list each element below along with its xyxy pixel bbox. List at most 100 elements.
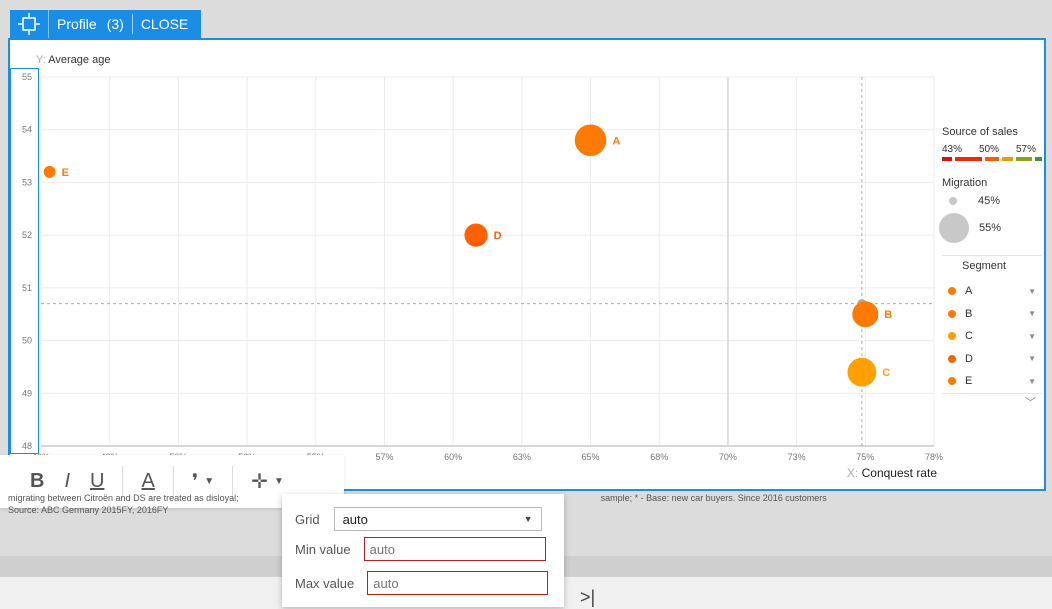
y-tick-label: 49 bbox=[22, 388, 32, 398]
profile-button[interactable]: Profile (3) bbox=[49, 10, 124, 38]
data-point-label: A bbox=[612, 135, 620, 147]
migration-large-dot bbox=[939, 213, 969, 243]
segment-name: C bbox=[965, 330, 973, 343]
chevron-down-icon: ▼ bbox=[523, 514, 533, 524]
y-tick-label: 52 bbox=[22, 230, 32, 240]
migration-small-dot bbox=[949, 197, 957, 205]
source-of-sales-ticks: 43% 50% 57% bbox=[942, 144, 1036, 155]
migration-small: 45% bbox=[942, 195, 1042, 207]
segment-item[interactable]: B ▼ bbox=[942, 303, 1042, 326]
segment-item[interactable]: C ▼ bbox=[942, 325, 1042, 348]
source-tick: 57% bbox=[1015, 144, 1036, 155]
x-axis-title: Conquest rate bbox=[861, 466, 937, 480]
migration-title: Migration bbox=[942, 177, 988, 189]
chevron-down-icon[interactable]: ﹀ bbox=[942, 392, 1042, 410]
gradient-segment bbox=[954, 157, 983, 161]
gradient-segment bbox=[942, 157, 952, 161]
segment-item[interactable]: D ▼ bbox=[942, 348, 1042, 371]
chart-panel[interactable]: Y: Average age 40%48%50%52%55%57%60%63%6… bbox=[8, 38, 1046, 491]
footnote-part: sample; bbox=[600, 493, 633, 503]
x-tick-label: 60% bbox=[444, 452, 462, 462]
font-color-button[interactable]: A bbox=[131, 470, 164, 493]
min-label: Min value bbox=[295, 541, 351, 557]
segment-title: Segment bbox=[962, 260, 1007, 272]
y-tick-label: 55 bbox=[22, 72, 32, 82]
segment-item[interactable]: E ▼ bbox=[942, 370, 1042, 393]
x-tick-label: 73% bbox=[788, 452, 806, 462]
data-point-a bbox=[574, 124, 607, 157]
chevron-down-icon[interactable]: ▼ bbox=[1028, 287, 1036, 296]
segment-dot bbox=[948, 354, 956, 363]
data-point-e bbox=[43, 165, 56, 178]
grid-select[interactable]: auto ▼ bbox=[333, 507, 542, 531]
x-tick-label: 63% bbox=[513, 452, 531, 462]
data-point-label: B bbox=[884, 309, 892, 321]
divider bbox=[131, 14, 133, 34]
gradient-segment bbox=[1001, 157, 1014, 161]
profile-label: Profile bbox=[57, 16, 97, 32]
migration-large-label: 55% bbox=[979, 222, 1002, 234]
data-point-d bbox=[464, 223, 488, 247]
italic-button[interactable]: I bbox=[54, 470, 80, 493]
profile-count: (3) bbox=[106, 16, 124, 32]
segment-name: A bbox=[965, 285, 973, 298]
segment-name: E bbox=[965, 375, 973, 388]
data-point-b bbox=[852, 301, 879, 328]
x-tick-label: 57% bbox=[375, 452, 393, 462]
frame-select-icon[interactable] bbox=[10, 10, 49, 38]
underline-button[interactable]: U bbox=[80, 470, 114, 493]
min-row: Min value bbox=[295, 537, 546, 561]
x-tick-label: 65% bbox=[582, 452, 600, 462]
chevron-down-icon[interactable]: ▼ bbox=[204, 476, 214, 487]
chevron-down-icon[interactable]: ▼ bbox=[1028, 377, 1036, 386]
source-of-sales-gradient bbox=[942, 157, 1042, 161]
max-row: Max value bbox=[295, 571, 549, 595]
legend: Source of sales 43% 50% 57% Migration 45… bbox=[939, 126, 1042, 410]
move-icon[interactable]: ✛ bbox=[241, 469, 278, 494]
segment-item[interactable]: A ▼ bbox=[942, 280, 1042, 303]
profile-bar: Profile (3) CLOSE bbox=[10, 10, 201, 38]
footnote-part: * - Base: new car buyers. Since 2016 cus… bbox=[634, 493, 827, 503]
migration-small-label: 45% bbox=[978, 195, 1001, 207]
x-tick-label: 68% bbox=[650, 452, 668, 462]
migration-legend: Migration 45% 55% bbox=[939, 177, 1042, 243]
bold-button[interactable]: B bbox=[20, 470, 54, 493]
y-tick-label: 53 bbox=[22, 177, 32, 187]
y-tick-label: 48 bbox=[22, 441, 32, 451]
source-tick: 43% bbox=[942, 144, 963, 155]
close-button[interactable]: CLOSE bbox=[141, 10, 188, 38]
chevron-down-icon[interactable]: ▼ bbox=[1028, 309, 1036, 318]
max-value-input[interactable] bbox=[367, 571, 549, 595]
segment-legend: Segment A ▼ B ▼ C ▼ D ▼ E ▼ ﹀ bbox=[942, 255, 1042, 410]
data-point-label: C bbox=[882, 367, 890, 379]
x-axis-prefix: X: bbox=[846, 466, 859, 480]
chevron-down-icon[interactable]: ▼ bbox=[1028, 354, 1036, 363]
min-value-input[interactable] bbox=[363, 537, 546, 561]
scatter-chart: 40%48%50%52%55%57%60%63%65%68%70%73%75%7… bbox=[22, 72, 943, 462]
y-tick-label: 50 bbox=[22, 336, 32, 346]
axis-settings-popup: Grid auto ▼ Min value Max value bbox=[282, 494, 564, 607]
chevron-down-icon[interactable]: ▼ bbox=[1028, 332, 1036, 341]
segment-dot bbox=[948, 332, 956, 341]
skip-to-end-icon[interactable]: >| bbox=[580, 587, 595, 608]
chevron-down-icon[interactable]: ▼ bbox=[274, 476, 284, 487]
y-tick-label: 54 bbox=[22, 125, 32, 135]
max-label: Max value bbox=[295, 575, 355, 591]
data-point-c bbox=[847, 357, 877, 387]
gradient-segment bbox=[1016, 157, 1032, 161]
segment-name: B bbox=[965, 307, 973, 320]
segment-dot bbox=[948, 377, 956, 386]
x-axis-label[interactable]: X: Conquest rate bbox=[847, 466, 937, 480]
grid-label: Grid bbox=[295, 511, 320, 527]
data-point-label: D bbox=[494, 230, 502, 242]
x-tick-label: 75% bbox=[856, 452, 874, 462]
grid-row: Grid auto ▼ bbox=[295, 507, 542, 531]
segment-dot bbox=[948, 309, 956, 318]
grid-value: auto bbox=[342, 511, 368, 527]
segment-name: D bbox=[965, 352, 973, 365]
migration-large: 55% bbox=[939, 213, 1042, 243]
x-tick-label: 78% bbox=[925, 452, 943, 462]
y-tick-label: 51 bbox=[22, 283, 32, 293]
gradient-segment bbox=[985, 157, 999, 161]
x-tick-label: 70% bbox=[719, 452, 737, 462]
